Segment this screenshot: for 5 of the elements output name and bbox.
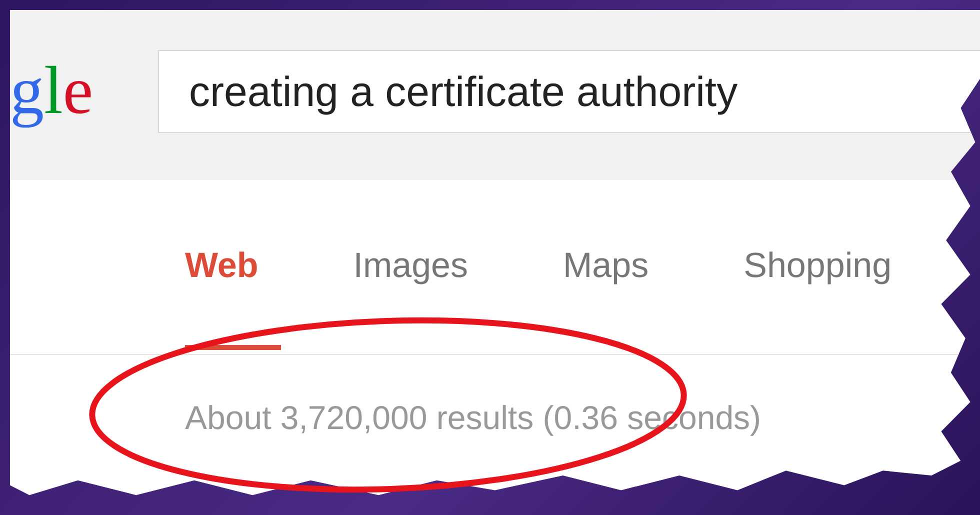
search-field[interactable]: creating a certificate authority <box>158 50 980 133</box>
tab[interactable]: Web <box>185 245 282 350</box>
tab[interactable]: Maps <box>563 245 672 350</box>
tab[interactable]: Images <box>353 245 492 350</box>
tab[interactable]: Shopping <box>744 245 915 350</box>
